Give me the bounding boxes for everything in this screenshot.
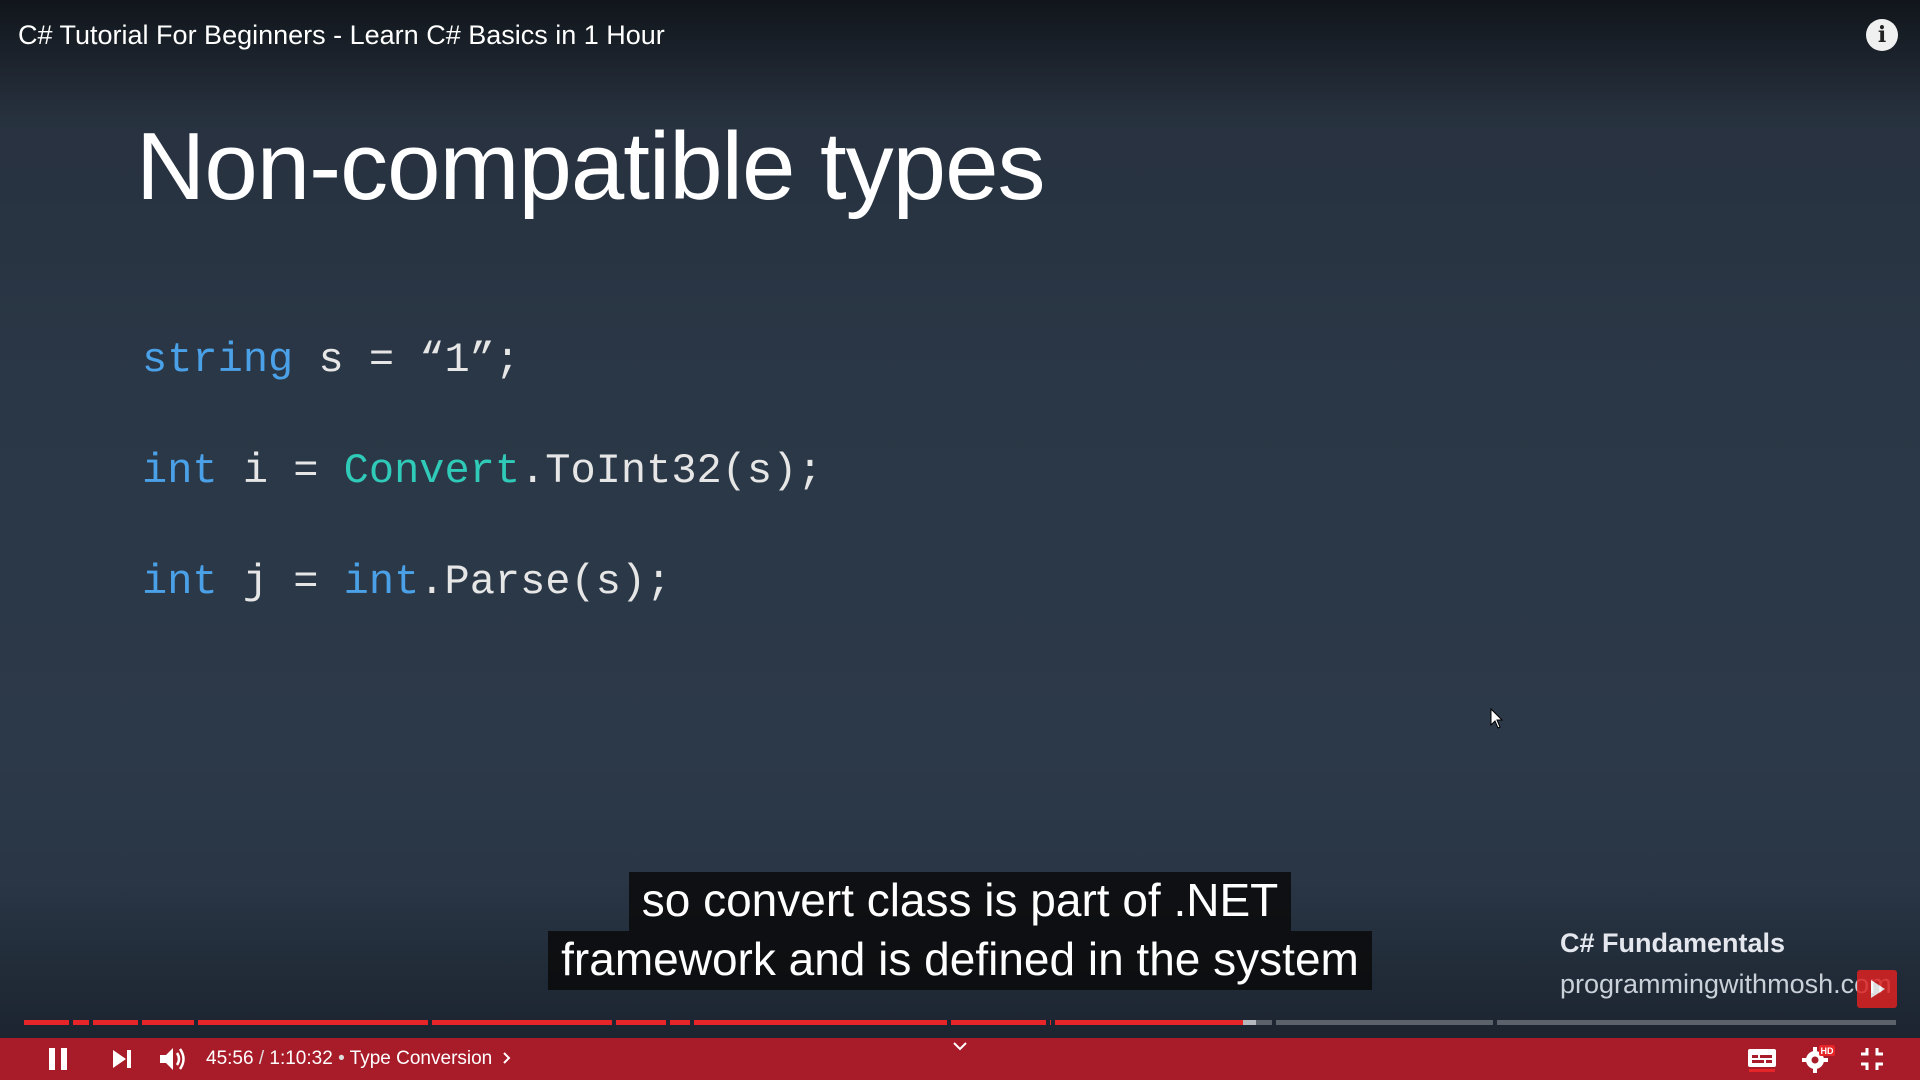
chevron-down-icon[interactable]	[952, 1040, 968, 1052]
time-display: 45:56 / 1:10:32 • Type Conversion	[206, 1038, 512, 1080]
volume-button[interactable]	[154, 1038, 194, 1080]
code-text: .Parse(s);	[419, 558, 672, 606]
played-fill	[198, 1020, 429, 1025]
chapter-segment[interactable]	[950, 1020, 1046, 1025]
pause-button[interactable]	[40, 1038, 76, 1080]
info-icon[interactable]: i	[1866, 19, 1898, 51]
volume-icon	[160, 1048, 185, 1070]
progress-bar[interactable]	[24, 1020, 1896, 1025]
played-fill	[615, 1020, 666, 1025]
chapter-segment[interactable]	[432, 1020, 612, 1025]
played-fill	[24, 1020, 69, 1025]
code-text: j =	[217, 558, 344, 606]
played-fill	[93, 1020, 138, 1025]
code-keyword: int	[142, 558, 218, 606]
chapter-segment[interactable]	[1055, 1020, 1273, 1025]
chapter-segment[interactable]	[669, 1020, 691, 1025]
mouse-cursor-icon	[1490, 708, 1504, 729]
buffered-fill	[1242, 1020, 1256, 1025]
played-fill	[1049, 1020, 1052, 1025]
chapter-segment[interactable]	[141, 1020, 195, 1025]
current-time: 45:56	[206, 1048, 254, 1069]
chapter-segment[interactable]	[694, 1020, 947, 1025]
code-class-name: Convert	[343, 447, 521, 495]
exit-fullscreen-button[interactable]	[1852, 1038, 1892, 1080]
played-fill	[950, 1020, 1046, 1025]
code-line: string s = “1”;	[142, 336, 520, 384]
watermark-site: programmingwithmosh.com	[1560, 969, 1892, 999]
watermark-title: C# Fundamentals	[1560, 928, 1786, 958]
chevron-right-icon[interactable]	[502, 1052, 512, 1064]
played-fill	[694, 1020, 947, 1025]
pause-icon	[49, 1048, 67, 1070]
code-text: i =	[217, 447, 344, 495]
code-text: s = “1”;	[293, 336, 521, 384]
played-fill	[432, 1020, 612, 1025]
chapter-segment[interactable]	[1276, 1020, 1494, 1025]
chapter-segment[interactable]	[1497, 1020, 1896, 1025]
subtitles-button[interactable]	[1742, 1038, 1782, 1080]
time-separator: /	[253, 1048, 270, 1069]
subscribe-icon[interactable]	[1857, 970, 1897, 1008]
chapter-segment[interactable]	[72, 1020, 90, 1025]
slide-title: Non-compatible types	[136, 113, 1045, 220]
played-fill	[1055, 1020, 1243, 1025]
chapter-segment[interactable]	[615, 1020, 666, 1025]
played-fill	[669, 1020, 691, 1025]
code-keyword: string	[142, 336, 294, 384]
duration: 1:10:32	[269, 1048, 333, 1069]
next-button[interactable]	[104, 1038, 140, 1080]
chapter-segment[interactable]	[93, 1020, 138, 1025]
code-keyword: int	[142, 447, 218, 495]
caption-line-2: framework and is defined in the system	[548, 931, 1372, 990]
code-keyword: int	[343, 558, 420, 606]
gear-icon: HD	[1802, 1045, 1835, 1073]
chapter-title[interactable]: Type Conversion	[350, 1048, 493, 1069]
channel-watermark: C# Fundamentals programmingwithmosh.com	[1560, 928, 1892, 1000]
chapter-segment[interactable]	[24, 1020, 69, 1025]
video-title[interactable]: C# Tutorial For Beginners - Learn C# Bas…	[18, 20, 665, 51]
code-line: int j = int.Parse(s);	[142, 558, 671, 606]
played-fill	[141, 1020, 195, 1025]
settings-button[interactable]: HD	[1796, 1038, 1840, 1080]
caption-line-1: so convert class is part of .NET	[628, 872, 1292, 931]
subtitles-icon	[1748, 1049, 1776, 1072]
played-fill	[72, 1020, 90, 1025]
code-text: .ToInt32(s);	[520, 447, 823, 495]
chapter-separator: •	[332, 1048, 350, 1069]
code-line: int i = Convert.ToInt32(s);	[142, 447, 823, 495]
next-icon	[113, 1050, 131, 1068]
chapter-segment[interactable]	[198, 1020, 429, 1025]
hd-badge: HD	[1821, 1046, 1834, 1056]
top-gradient	[0, 0, 1920, 120]
exit-fullscreen-icon	[1861, 1048, 1883, 1070]
chapter-segment[interactable]	[1049, 1020, 1052, 1025]
